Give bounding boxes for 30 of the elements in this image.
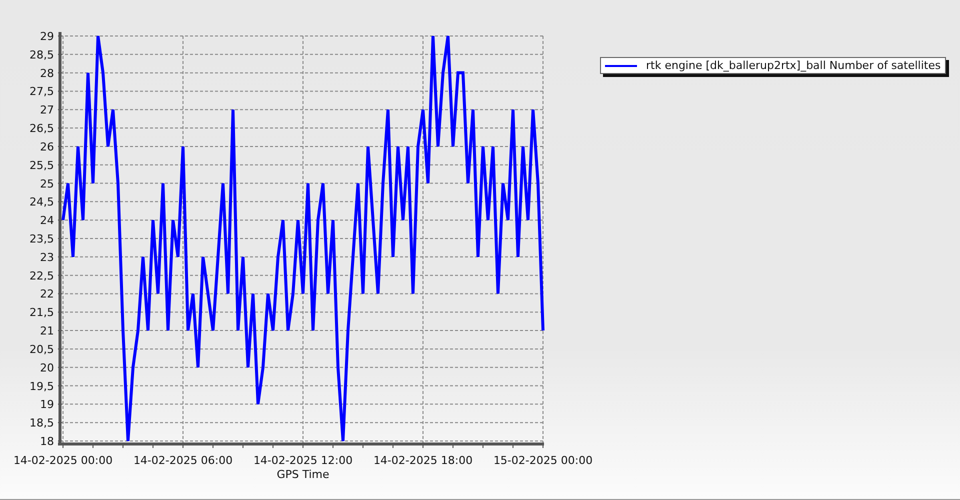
tick-label: 19 xyxy=(40,398,54,412)
tick-label: 14-02-2025 12:00 xyxy=(253,454,353,467)
tick-label: 25,5 xyxy=(30,158,54,172)
tick-label: 26,5 xyxy=(30,122,54,136)
tick-label: 20,5 xyxy=(30,342,54,356)
tick-label: 23,5 xyxy=(30,232,54,246)
tick-label: 24 xyxy=(40,214,54,228)
tick-label: 14-02-2025 18:00 xyxy=(373,454,473,467)
tick-label: 24,5 xyxy=(30,196,54,209)
tick-label: 20 xyxy=(40,361,54,374)
tick-label: 28 xyxy=(40,66,54,80)
tick-label: 23 xyxy=(40,250,54,264)
tick-label: 21 xyxy=(40,324,54,338)
tick-label: 18 xyxy=(40,435,54,448)
tick-label: 28,5 xyxy=(30,48,54,62)
tick-label: 18,5 xyxy=(30,416,54,430)
tick-label: 21,5 xyxy=(30,306,54,320)
tick-label: 22 xyxy=(40,288,54,301)
tick-label: 14-02-2025 00:00 xyxy=(13,454,113,467)
legend-label: rtk engine [dk_ballerup2rtx]_ball Number of satellites xyxy=(646,59,941,72)
tick-label: 22,5 xyxy=(30,269,54,282)
tick-label: 15-02-2025 00:00 xyxy=(493,454,593,467)
tick-label: 27,5 xyxy=(30,85,54,98)
tick-label: 27 xyxy=(40,104,54,117)
tick-label: 25 xyxy=(40,177,54,190)
tick-label: 26 xyxy=(40,140,54,154)
tick-label: 29 xyxy=(40,30,54,43)
axis-title: GPS Time xyxy=(276,468,330,481)
tick-label: 14-02-2025 06:00 xyxy=(133,454,233,467)
tick-label: 19,5 xyxy=(30,380,54,393)
